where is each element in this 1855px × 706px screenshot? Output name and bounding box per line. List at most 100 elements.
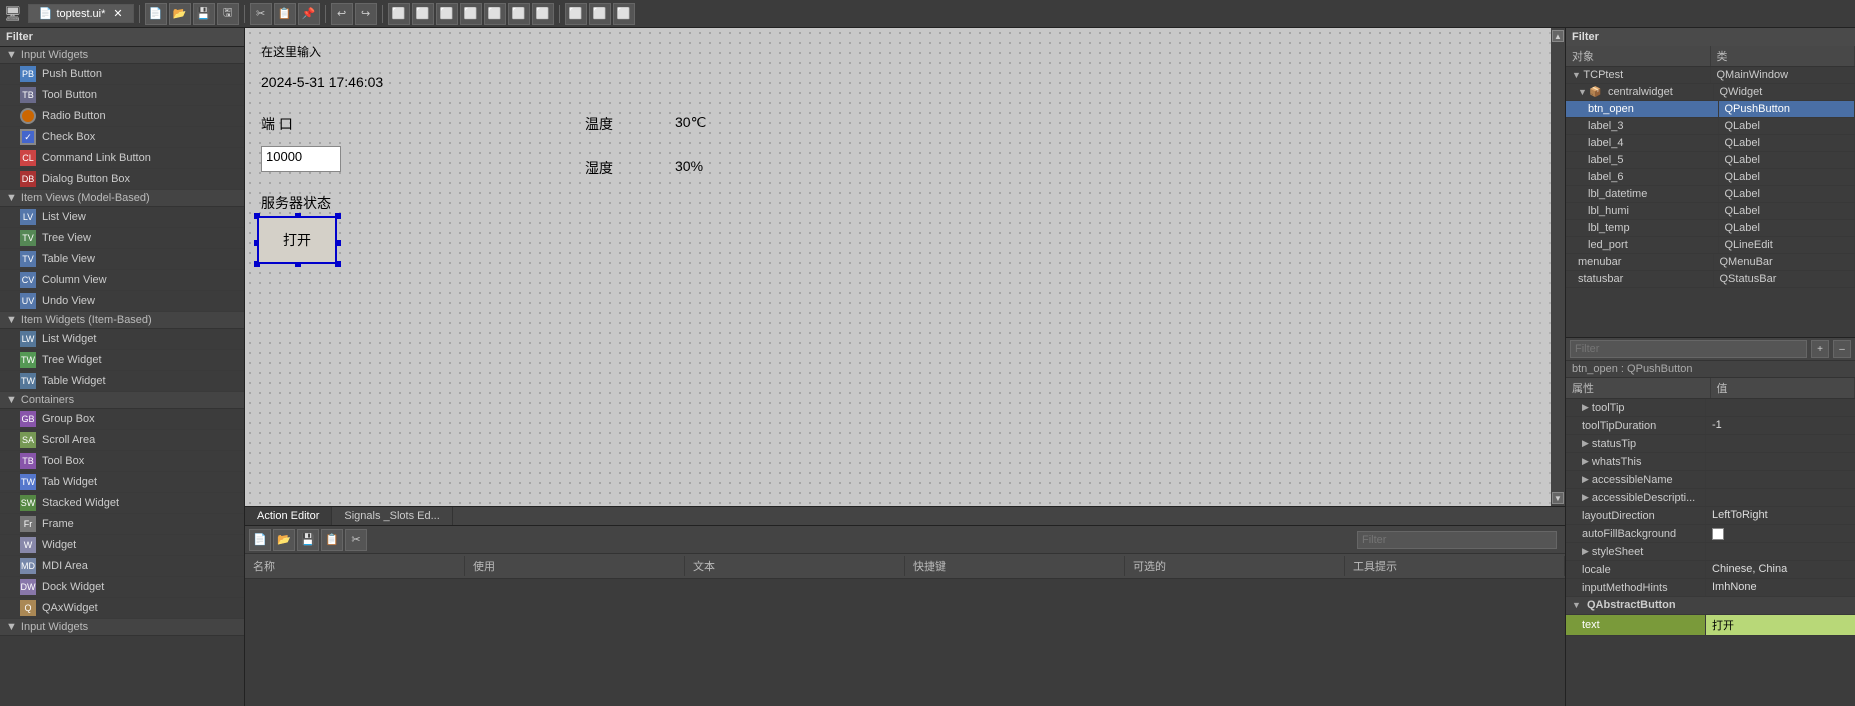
cut-button[interactable]: ✂	[250, 3, 272, 25]
action-delete-btn[interactable]: ✂	[345, 529, 367, 551]
widget-qax[interactable]: Q QAxWidget	[0, 598, 244, 619]
prop-accessible-desc[interactable]: ▶accessibleDescripti...	[1566, 489, 1855, 507]
widget-mdi-area[interactable]: MD MDI Area	[0, 556, 244, 577]
widget-undo-view[interactable]: UV Undo View	[0, 291, 244, 312]
tab-file[interactable]: 📄 toptest.ui* ✕	[28, 4, 134, 23]
bottom-tabs: Action Editor Signals _Slots Ed...	[245, 507, 1565, 526]
tab-action-editor[interactable]: Action Editor	[245, 507, 332, 525]
tab-close-icon[interactable]: ✕	[113, 7, 122, 20]
obj-row-label4[interactable]: label_4 QLabel	[1566, 135, 1855, 152]
object-tree: 对象 类 ▼ TCPtest QMainWindow ▼ 📦	[1566, 46, 1855, 337]
port-input[interactable]: 10000	[261, 146, 341, 172]
bottom-content: 📄 📂 💾 📋 ✂ 名称 使用 文本 快捷键 可选的	[245, 526, 1565, 706]
save-all-button[interactable]: 🖫	[217, 3, 239, 25]
obj-row-label5[interactable]: label_5 QLabel	[1566, 152, 1855, 169]
widget-scroll-area[interactable]: SA Scroll Area	[0, 430, 244, 451]
copy-button[interactable]: 📋	[274, 3, 296, 25]
action-filter-input[interactable]	[1357, 531, 1557, 549]
widget-tab-widget[interactable]: TW Tab Widget	[0, 472, 244, 493]
widget-push-button[interactable]: PB Push Button	[0, 64, 244, 85]
action-copy-btn[interactable]: 📋	[321, 529, 343, 551]
layout-h-button[interactable]: ⬜	[436, 3, 458, 25]
prop-stylesheet[interactable]: ▶styleSheet	[1566, 543, 1855, 561]
widget-tool-button[interactable]: TB Tool Button	[0, 85, 244, 106]
align-left-button[interactable]: ⬜	[388, 3, 410, 25]
prop-key: inputMethodHints	[1566, 579, 1706, 596]
prop-tooltip[interactable]: ▶toolTip	[1566, 399, 1855, 417]
prop-text[interactable]: text 打开	[1566, 615, 1855, 636]
section-containers[interactable]: ▼ Containers	[0, 392, 244, 409]
paste-button[interactable]: 📌	[298, 3, 320, 25]
widget-dialog-button-box[interactable]: DB Dialog Button Box	[0, 169, 244, 190]
obj-row-btn-open[interactable]: btn_open QPushButton	[1566, 101, 1855, 118]
obj-class: QLineEdit	[1719, 237, 1855, 253]
widget-frame[interactable]: Fr Frame	[0, 514, 244, 535]
widget-tool-box[interactable]: TB Tool Box	[0, 451, 244, 472]
action-save-btn[interactable]: 💾	[297, 529, 319, 551]
obj-row-lbl-humi[interactable]: lbl_humi QLabel	[1566, 203, 1855, 220]
widget-table-widget[interactable]: TW Table Widget	[0, 371, 244, 392]
new-button[interactable]: 📄	[145, 3, 167, 25]
obj-row-tcptest[interactable]: ▼ TCPtest QMainWindow	[1566, 67, 1855, 84]
save-button[interactable]: 💾	[193, 3, 215, 25]
widget-table-view[interactable]: TV Table View	[0, 249, 244, 270]
break-layout-button[interactable]: ⬜	[508, 3, 530, 25]
widget-group-box[interactable]: GB Group Box	[0, 409, 244, 430]
props-remove-btn[interactable]: –	[1833, 340, 1851, 358]
widget-check-box[interactable]: ✓ Check Box	[0, 127, 244, 148]
prop-input-method[interactable]: inputMethodHints ImhNone	[1566, 579, 1855, 597]
tab-signals-slots[interactable]: Signals _Slots Ed...	[332, 507, 452, 525]
canvas-area[interactable]: 在这里输入 2024-5-31 17:46:03 端 口 温度 30℃	[245, 28, 1565, 506]
props-add-btn[interactable]: +	[1811, 340, 1829, 358]
prop-whats-this[interactable]: ▶whatsThis	[1566, 453, 1855, 471]
widget-tree-view[interactable]: TV Tree View	[0, 228, 244, 249]
widget-column-view[interactable]: CV Column View	[0, 270, 244, 291]
section-input-widgets[interactable]: ▼ Input Widgets	[0, 47, 244, 64]
prop-locale[interactable]: locale Chinese, China	[1566, 561, 1855, 579]
obj-row-statusbar[interactable]: statusbar QStatusBar	[1566, 271, 1855, 288]
btn-open[interactable]: 打开	[257, 216, 337, 264]
tab-order-button[interactable]: ⬜	[565, 3, 587, 25]
prop-key: toolTipDuration	[1566, 417, 1706, 434]
widget-dock-widget[interactable]: DW Dock Widget	[0, 577, 244, 598]
prop-key: ▶statusTip	[1566, 435, 1706, 452]
prop-auto-fill[interactable]: autoFillBackground	[1566, 525, 1855, 543]
layout-v-button[interactable]: ⬜	[460, 3, 482, 25]
widget-label: Push Button	[42, 68, 102, 80]
prop-tooltip-duration[interactable]: toolTipDuration -1	[1566, 417, 1855, 435]
props-filter-input[interactable]	[1570, 340, 1807, 358]
signals-button[interactable]: ⬜	[613, 3, 635, 25]
obj-class: QLabel	[1719, 135, 1855, 151]
obj-row-lbl-temp[interactable]: lbl_temp QLabel	[1566, 220, 1855, 237]
widget-radio-button[interactable]: Radio Button	[0, 106, 244, 127]
widget-tree-widget[interactable]: TW Tree Widget	[0, 350, 244, 371]
prop-accessible-name[interactable]: ▶accessibleName	[1566, 471, 1855, 489]
open-button[interactable]: 📂	[169, 3, 191, 25]
canvas-vscroll[interactable]: ▲ ▼	[1551, 28, 1565, 506]
obj-row-lbl-datetime[interactable]: lbl_datetime QLabel	[1566, 186, 1855, 203]
obj-row-label6[interactable]: label_6 QLabel	[1566, 169, 1855, 186]
adjust-size-button[interactable]: ⬜	[532, 3, 554, 25]
section-item-widgets[interactable]: ▼ Item Widgets (Item-Based)	[0, 312, 244, 329]
align-center-button[interactable]: ⬜	[412, 3, 434, 25]
section-item-views[interactable]: ▼ Item Views (Model-Based)	[0, 190, 244, 207]
redo-button[interactable]: ↪	[355, 3, 377, 25]
buddies-button[interactable]: ⬜	[589, 3, 611, 25]
checkbox-icon	[1712, 528, 1724, 540]
obj-row-led-port[interactable]: led_port QLineEdit	[1566, 237, 1855, 254]
widget-command-link[interactable]: CL Command Link Button	[0, 148, 244, 169]
obj-row-label3[interactable]: label_3 QLabel	[1566, 118, 1855, 135]
widget-stacked-widget[interactable]: SW Stacked Widget	[0, 493, 244, 514]
action-new-btn[interactable]: 📄	[249, 529, 271, 551]
section-input-widgets-2[interactable]: ▼ Input Widgets	[0, 619, 244, 636]
undo-button[interactable]: ↩	[331, 3, 353, 25]
obj-row-centralwidget[interactable]: ▼ 📦 centralwidget QWidget	[1566, 84, 1855, 101]
prop-status-tip[interactable]: ▶statusTip	[1566, 435, 1855, 453]
widget-list-widget[interactable]: LW List Widget	[0, 329, 244, 350]
obj-row-menubar[interactable]: menubar QMenuBar	[1566, 254, 1855, 271]
layout-grid-button[interactable]: ⬜	[484, 3, 506, 25]
widget-widget[interactable]: W Widget	[0, 535, 244, 556]
prop-layout-dir[interactable]: layoutDirection LeftToRight	[1566, 507, 1855, 525]
widget-list-view[interactable]: LV List View	[0, 207, 244, 228]
action-open-btn[interactable]: 📂	[273, 529, 295, 551]
